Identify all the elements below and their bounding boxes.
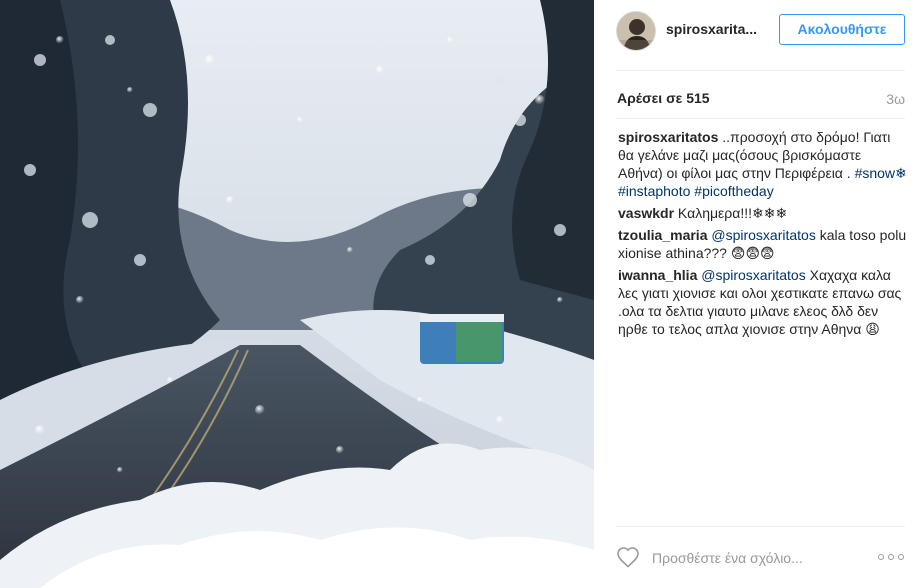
post-sidebar: spirosxarita... Ακολουθήστε Αρέσει σε 51…	[594, 0, 922, 588]
more-dot	[888, 554, 894, 560]
likes-count[interactable]: Αρέσει σε 515	[617, 90, 710, 106]
likes-row: Αρέσει σε 515 3ω	[616, 90, 905, 110]
hashtag-link[interactable]: #picoftheday	[694, 183, 773, 199]
mention-link[interactable]: @spirosxaritatos	[701, 267, 805, 283]
comments-list: spirosxaritatos ..προσοχή στο δρόμο! Για…	[618, 128, 908, 342]
header-divider	[616, 70, 905, 71]
comment-username[interactable]: tzoulia_maria	[618, 227, 707, 243]
follow-button[interactable]: Ακολουθήστε	[779, 14, 905, 45]
comment-username[interactable]: spirosxaritatos	[618, 129, 718, 145]
post-header: spirosxarita... Ακολουθήστε	[594, 0, 922, 70]
post-username[interactable]: spirosxarita...	[666, 21, 757, 37]
comment-text: Καλημερα!!!❄❄❄	[674, 205, 788, 221]
more-dot	[898, 554, 904, 560]
comment: tzoulia_maria @spirosxaritatos kala toso…	[618, 226, 908, 262]
mention-link[interactable]: @spirosxaritatos	[711, 227, 815, 243]
comment: vaswkdr Καλημερα!!!❄❄❄	[618, 204, 908, 222]
hashtag-link[interactable]: #snow❄	[855, 165, 907, 181]
avatar-image	[617, 12, 655, 50]
more-dot	[878, 554, 884, 560]
avatar[interactable]	[616, 11, 656, 51]
caption: spirosxaritatos ..προσοχή στο δρόμο! Για…	[618, 128, 908, 200]
comment-username[interactable]: iwanna_hlia	[618, 267, 697, 283]
heart-icon[interactable]	[616, 546, 640, 568]
hashtag-link[interactable]: #instaphoto	[618, 183, 690, 199]
comment: iwanna_hlia @spirosxaritatos Χαχαχα καλα…	[618, 266, 908, 338]
post-age[interactable]: 3ω	[886, 91, 905, 107]
comment-username[interactable]: vaswkdr	[618, 205, 674, 221]
add-comment-input[interactable]	[652, 548, 852, 568]
more-options-icon[interactable]	[878, 552, 906, 562]
post-photo[interactable]	[0, 0, 594, 588]
comment-bar	[594, 540, 922, 580]
likes-divider	[616, 118, 905, 119]
footer-divider	[616, 526, 905, 527]
snowy-road-image	[0, 0, 594, 588]
